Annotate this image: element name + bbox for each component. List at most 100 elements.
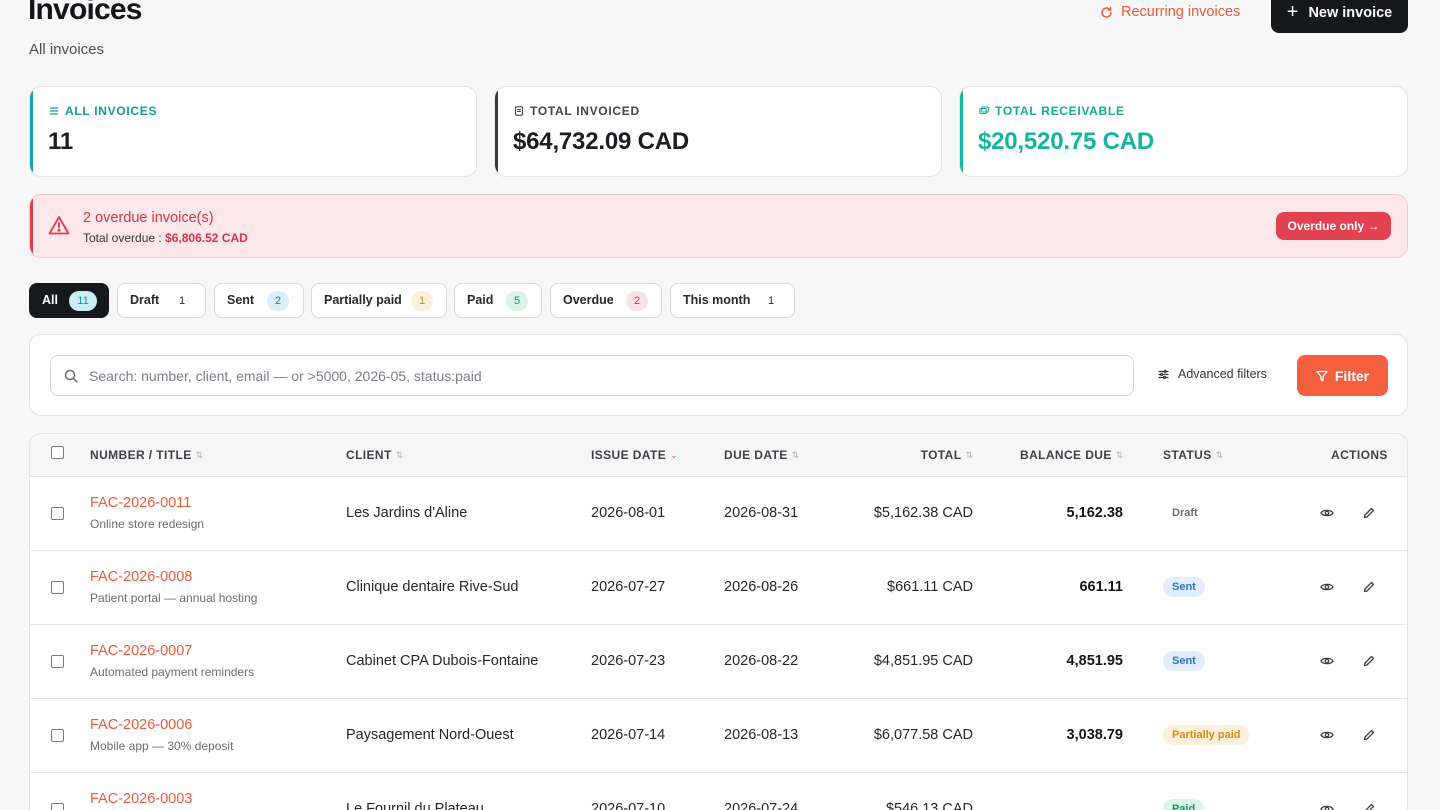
search-panel: Advanced filters Filter: [29, 334, 1408, 416]
tab-count-badge: 1: [767, 295, 775, 307]
invoice-number-link[interactable]: FAC-2026-0011: [90, 495, 191, 511]
refresh-icon: [1101, 6, 1112, 18]
client-name: Cabinet CPA Dubois-Fontaine: [346, 653, 539, 669]
advanced-filters-button[interactable]: Advanced filters: [1158, 367, 1267, 381]
column-header-due-date[interactable]: DUE DATE ⇅: [724, 448, 799, 462]
edit-pencil-icon[interactable]: [1362, 506, 1376, 520]
tab-label: Partially paid: [324, 293, 402, 307]
overdue-alert-subtitle: Total overdue : $6,806.52 CAD: [83, 231, 248, 245]
edit-pencil-icon[interactable]: [1362, 728, 1376, 742]
sort-icon: ⇅: [965, 449, 973, 460]
due-date: 2026-08-13: [724, 727, 799, 743]
invoice-number-link[interactable]: FAC-2026-0006: [90, 717, 192, 733]
list-icon: [50, 107, 58, 115]
column-header-status[interactable]: STATUS ⇅: [1163, 448, 1223, 462]
issue-date: 2026-07-14: [591, 727, 666, 743]
row-checkbox[interactable]: [51, 803, 64, 810]
select-all-checkbox[interactable]: [51, 446, 64, 459]
table-row[interactable]: FAC-2026-0006 Mobile app — 30% deposit P…: [30, 699, 1407, 773]
tab-draft[interactable]: Draft 1: [117, 283, 206, 318]
search-box[interactable]: [50, 355, 1134, 396]
client-name: Paysagement Nord-Ouest: [346, 727, 514, 743]
view-eye-icon[interactable]: [1320, 654, 1334, 668]
invoices-page: Invoices All invoices Recurring invoices…: [0, 0, 1440, 810]
column-header-issue-date[interactable]: ISSUE DATE ⌄: [591, 448, 678, 462]
row-checkbox[interactable]: [51, 655, 64, 668]
tab-label: Overdue: [563, 293, 614, 307]
edit-pencil-icon[interactable]: [1362, 580, 1376, 594]
row-checkbox[interactable]: [51, 581, 64, 594]
tab-this-month[interactable]: This month 1: [670, 283, 795, 318]
stat-value: $20,520.75 CAD: [978, 128, 1154, 155]
due-date: 2026-08-26: [724, 579, 799, 595]
tab-count-badge: 5: [506, 291, 528, 311]
recurring-invoices-label: Recurring invoices: [1121, 4, 1241, 20]
tab-count-badge: 11: [69, 291, 97, 311]
sort-icon: ⇅: [1215, 449, 1224, 460]
tab-count-badge: 2: [626, 291, 648, 311]
row-checkbox[interactable]: [51, 729, 64, 742]
new-invoice-button[interactable]: + New invoice: [1271, 0, 1408, 33]
edit-pencil-icon[interactable]: [1362, 802, 1376, 810]
invoice-title: Patient portal — annual hosting: [90, 591, 258, 605]
invoice-number-link[interactable]: FAC-2026-0007: [90, 643, 192, 659]
invoice-title: Automated payment reminders: [90, 665, 255, 679]
tab-overdue[interactable]: Overdue 2: [550, 283, 662, 318]
sort-icon: ⇅: [195, 449, 204, 460]
invoices-table: NUMBER / TITLE ⇅ CLIENT ⇅ ISSUE DATE ⌄ DUE …: [29, 433, 1408, 810]
view-eye-icon[interactable]: [1320, 802, 1334, 810]
sort-icon: ⇅: [395, 449, 404, 460]
client-name: Le Fournil du Plateau: [346, 801, 484, 810]
advanced-filters-label: Advanced filters: [1178, 367, 1267, 381]
view-eye-icon[interactable]: [1320, 728, 1334, 742]
invoice-title: Mobile app — 30% deposit: [90, 739, 234, 753]
client-name: Les Jardins d'Aline: [346, 505, 468, 521]
view-eye-icon[interactable]: [1320, 506, 1334, 520]
tab-label: All: [42, 293, 58, 307]
table-row[interactable]: FAC-2026-0011 Online store redesign Les …: [30, 477, 1407, 551]
tab-sent[interactable]: Sent 2: [214, 283, 304, 318]
table-header: NUMBER / TITLE ⇅ CLIENT ⇅ ISSUE DATE ⌄ DUE …: [30, 434, 1407, 477]
stat-label: TOTAL RECEIVABLE: [995, 104, 1125, 118]
total-amount: $661.11 CAD: [887, 579, 973, 595]
due-date: 2026-08-22: [724, 653, 799, 669]
page-subtitle: All invoices: [29, 41, 105, 58]
total-amount: $6,077.58 CAD: [873, 727, 973, 743]
balance-due: 4,851.95: [1066, 653, 1123, 669]
invoice-number-link[interactable]: FAC-2026-0008: [90, 569, 192, 585]
edit-pencil-icon[interactable]: [1362, 654, 1376, 668]
table-row[interactable]: FAC-2026-0008 Patient portal — annual ho…: [30, 551, 1407, 625]
status-badge: Partially paid: [1163, 725, 1250, 745]
new-invoice-label: New invoice: [1308, 4, 1393, 21]
overdue-amount: $6,806.52 CAD: [165, 231, 248, 245]
table-row[interactable]: FAC-2026-0007 Automated payment reminder…: [30, 625, 1407, 699]
search-icon: [64, 369, 78, 383]
tab-label: This month: [683, 293, 751, 307]
issue-date: 2026-08-01: [591, 505, 666, 521]
search-input[interactable]: [89, 356, 1119, 395]
status-badge: Sent: [1163, 577, 1205, 597]
balance-due: 5,162.38: [1066, 505, 1123, 521]
column-header-balance-due[interactable]: BALANCE DUE ⇅: [1020, 448, 1123, 462]
tab-label: Paid: [467, 293, 494, 307]
view-eye-icon[interactable]: [1320, 580, 1334, 594]
table-row[interactable]: FAC-2026-0003 Le Fournil du Plateau 2026…: [30, 773, 1407, 810]
stat-card-all-invoices: ALL INVOICES 11: [29, 86, 477, 177]
overdue-only-button[interactable]: Overdue only →: [1276, 212, 1391, 240]
tab-paid[interactable]: Paid 5: [454, 283, 542, 318]
invoice-number-link[interactable]: FAC-2026-0003: [90, 791, 192, 807]
issue-date: 2026-07-23: [591, 653, 666, 669]
sort-desc-icon: ⌄: [670, 449, 678, 460]
filter-button[interactable]: Filter: [1297, 355, 1388, 396]
row-checkbox[interactable]: [51, 507, 64, 520]
filter-label: Filter: [1334, 367, 1370, 384]
warning-icon: [48, 216, 70, 235]
recurring-invoices-link[interactable]: Recurring invoices: [1100, 4, 1240, 20]
column-header-client[interactable]: CLIENT ⇅: [346, 448, 403, 462]
page-title: Invoices: [28, 0, 142, 26]
tab-all[interactable]: All 11: [29, 283, 109, 318]
status-badge: Paid: [1163, 799, 1205, 810]
column-header-total[interactable]: TOTAL ⇅: [889, 448, 973, 462]
tab-partially-paid[interactable]: Partially paid 1: [311, 283, 447, 318]
column-header-number[interactable]: NUMBER / TITLE ⇅: [90, 448, 203, 462]
